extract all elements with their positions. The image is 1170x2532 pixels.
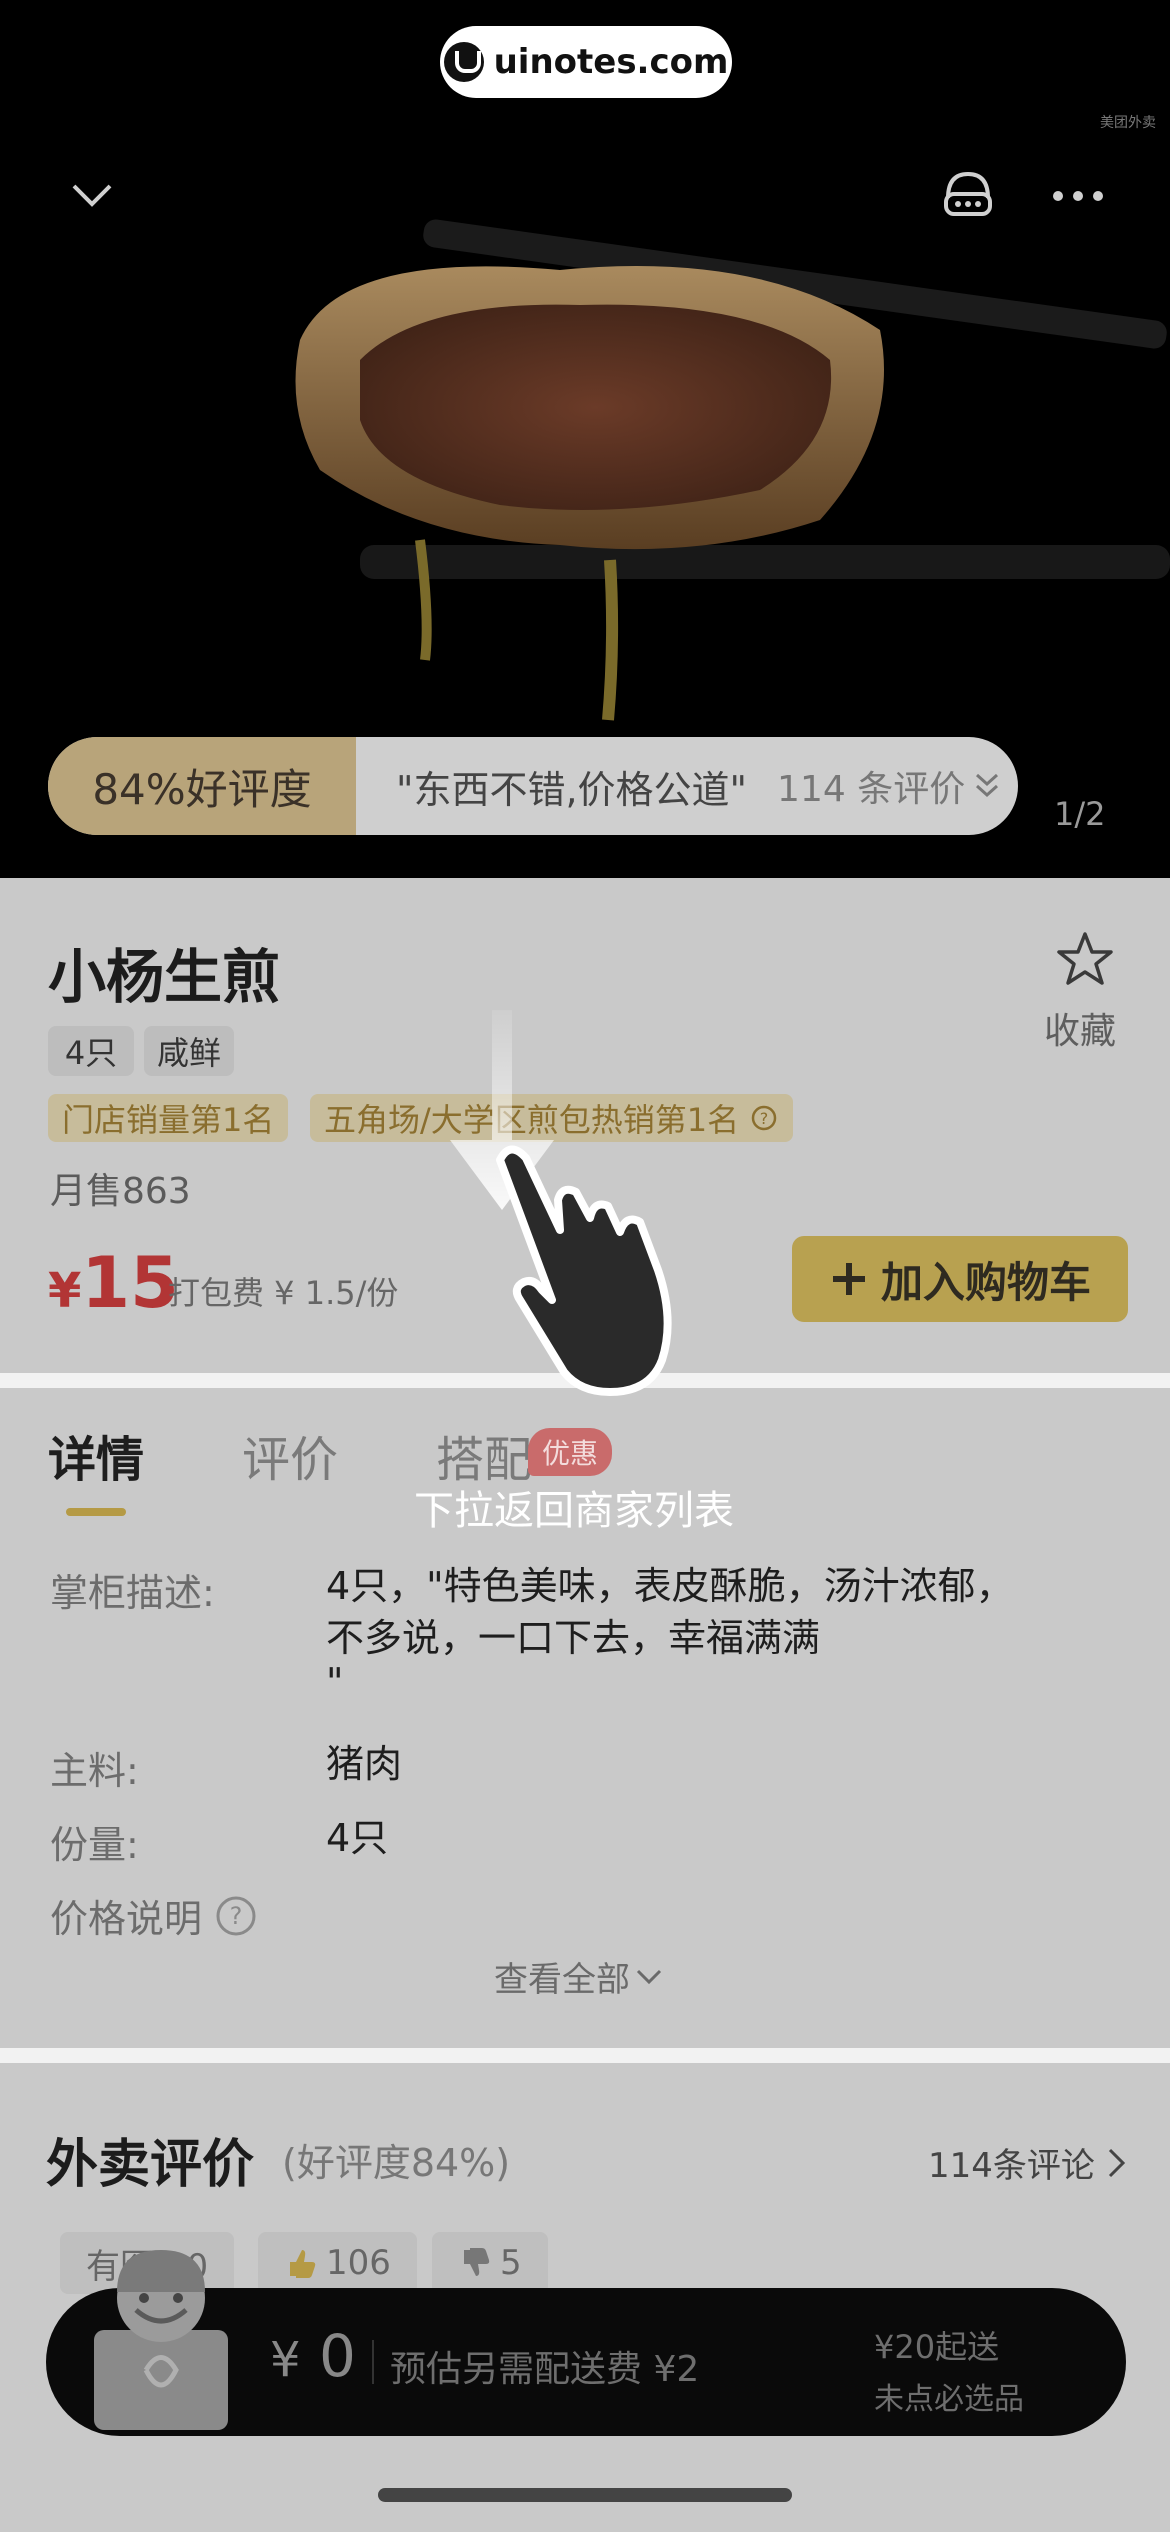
discount-badge: 优惠	[528, 1428, 613, 1476]
plus-icon	[832, 1263, 865, 1295]
filter-thumbs-down[interactable]: 5	[432, 2232, 548, 2294]
tag-flavor: 咸鲜	[144, 1026, 234, 1076]
chevron-down-icon	[636, 1969, 662, 1984]
price-value: 15	[81, 1242, 179, 1324]
tab-reviews[interactable]: 评价	[242, 1420, 338, 1490]
svg-text:?: ?	[230, 1902, 243, 1930]
reviews-count-label: 114条评论	[928, 2146, 1095, 2186]
more-icon[interactable]	[1050, 186, 1106, 206]
monthly-sales: 月售863	[50, 1171, 191, 1212]
favorite-label: 收藏	[1044, 1011, 1117, 1052]
rating-percent: 84%好评度	[48, 737, 356, 835]
portion-value: 4只	[326, 1816, 389, 1860]
must-pick-hint: 未点必选品	[874, 2382, 1024, 2417]
customer-service-icon[interactable]	[940, 168, 996, 220]
min-order: ¥20起送	[874, 2328, 1000, 2366]
price-note-label: 价格说明	[50, 1897, 203, 1941]
rating-quote: "东西不错,价格公道"	[396, 767, 748, 812]
svg-text:?: ?	[760, 1109, 769, 1128]
pull-down-hint: 下拉返回商家列表	[414, 1488, 734, 1534]
chevron-down-icon[interactable]	[70, 180, 114, 210]
watermark-logo-icon	[443, 42, 484, 82]
favorite-button[interactable]	[1048, 930, 1122, 992]
question-circle-icon: ?	[751, 1105, 777, 1131]
filter-thumbs-up[interactable]: 106	[258, 2232, 417, 2294]
price: ¥15	[48, 1242, 179, 1324]
reviews-title: 外卖评价	[46, 2135, 255, 2195]
watermark-text: uinotes.com	[493, 42, 729, 82]
price-currency: ¥	[48, 1263, 82, 1319]
price-note[interactable]: 价格说明 ?	[50, 1888, 258, 1943]
double-chevron-down-icon	[976, 773, 999, 798]
packing-fee: 打包费 ¥ 1.5/份	[168, 1274, 399, 1312]
product-name: 小杨生煎	[48, 943, 281, 1011]
question-circle-icon: ?	[216, 1896, 256, 1935]
bottom-divider	[372, 2340, 374, 2384]
thumbs-down-count: 5	[500, 2243, 522, 2283]
cart-total-value: 0	[318, 2322, 356, 2390]
thumbs-up-count: 106	[326, 2243, 391, 2283]
thumbs-down-icon	[464, 2248, 490, 2276]
desc-label: 掌柜描述:	[50, 1571, 215, 1615]
cart-total-currency: ¥	[270, 2332, 301, 2388]
home-indicator[interactable]	[378, 2488, 792, 2502]
rank-badge-store: 门店销量第1名	[48, 1094, 289, 1142]
tag-count: 4只	[48, 1026, 134, 1076]
desc-line-2: 不多说，一口下去，幸福满满	[326, 1616, 821, 1660]
rating-count: 114 条评价	[777, 769, 966, 810]
active-tab-underline	[66, 1508, 126, 1516]
delivery-fee: 预估另需配送费 ¥2	[390, 2349, 700, 2390]
rating-summary-bar[interactable]: 84%好评度 "东西不错,价格公道" 114 条评价	[48, 737, 1018, 835]
product-image-hero[interactable]: 美团外卖 84%好评度 "东西不错,价格公道" 114 条评价 1/2	[0, 0, 1170, 878]
site-watermark: uinotes.com	[440, 26, 732, 98]
cart-total: ¥ 0	[270, 2322, 356, 2390]
reviews-count-link[interactable]: 114条评论	[928, 2138, 1129, 2187]
desc-line-3: "	[326, 1660, 344, 1704]
add-to-cart-label: 加入购物车	[880, 1257, 1091, 1307]
add-to-cart-button[interactable]: 加入购物车	[792, 1236, 1128, 1322]
chevron-right-icon	[1108, 2148, 1126, 2177]
portion-label: 份量:	[50, 1823, 139, 1867]
image-pager: 1/2	[1054, 795, 1106, 833]
swipe-down-gesture-icon	[450, 1010, 672, 1396]
small-watermark: 美团外卖	[1100, 115, 1156, 131]
star-icon	[1057, 932, 1113, 985]
view-all-label: 查看全部	[494, 1960, 630, 2000]
main-ingredient-value: 猪肉	[326, 1742, 403, 1786]
desc-line-1: 4只，"特色美味，表皮酥脆，汤汁浓郁，	[326, 1564, 1014, 1608]
courier-mascot-icon	[94, 2250, 228, 2430]
thumbs-up-icon	[290, 2250, 316, 2278]
tab-details[interactable]: 详情	[48, 1420, 144, 1490]
reviews-subtitle: (好评度84%)	[282, 2141, 511, 2185]
view-all-link[interactable]: 查看全部	[494, 1952, 664, 2001]
main-ingredient-label: 主料:	[50, 1749, 139, 1793]
